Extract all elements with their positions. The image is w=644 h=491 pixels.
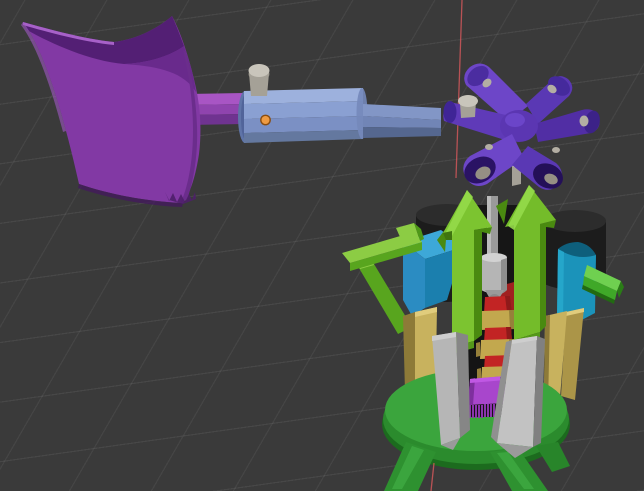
origin-dot[interactable]: [261, 116, 270, 124]
viewport-canvas[interactable]: [0, 0, 644, 491]
red-ring-2-shade: [506, 327, 512, 341]
hub-boss-hi: [505, 113, 525, 127]
teal-right-edge: [557, 249, 564, 320]
hub-connector[interactable]: [443, 62, 602, 193]
hub-hole-r: [579, 115, 589, 127]
x-axis-line-top: [455, 0, 463, 179]
pinion-teeth: [469, 404, 495, 418]
arm-shaft[interactable]: [363, 104, 441, 138]
3d-viewport[interactable]: [0, 0, 644, 491]
sleeve-bolt-cap: [248, 64, 270, 77]
arm-sleeve[interactable]: [238, 64, 368, 143]
hub-hole-dr: [552, 147, 560, 153]
hub-socket-rim: [443, 101, 457, 123]
tan-gear-2-tooth: [476, 342, 480, 357]
thinrod-bottom: [363, 127, 441, 138]
x-axis-line-bottom: [430, 462, 435, 491]
shaft-sleeve-shade: [501, 258, 507, 294]
hub-bolt-cap: [458, 95, 478, 107]
hub-hole-dl: [485, 144, 493, 150]
wind-vane-blade[interactable]: [21, 16, 201, 207]
